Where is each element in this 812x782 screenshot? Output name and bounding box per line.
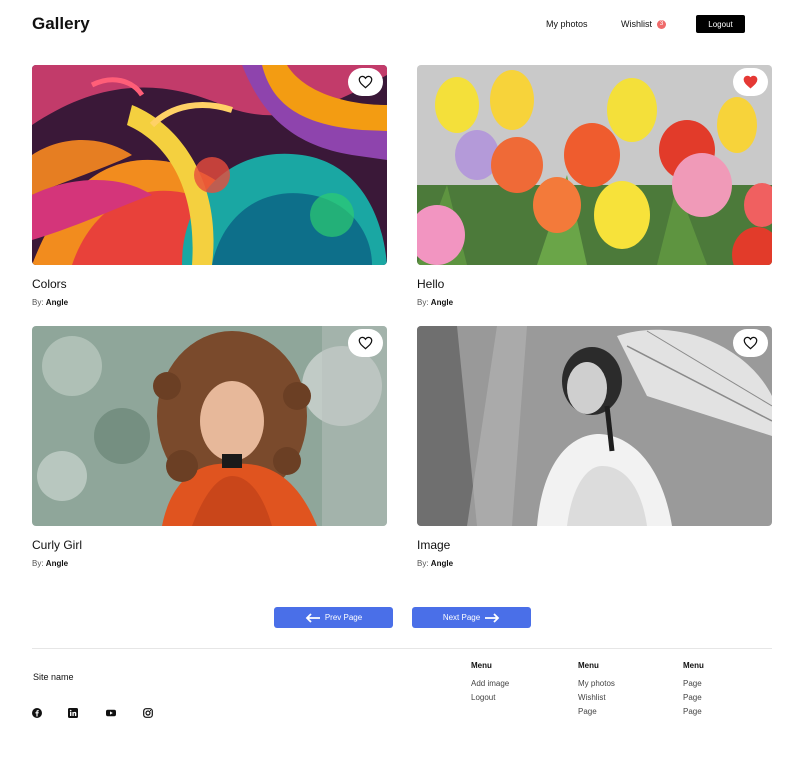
footer-link-my-photos[interactable]: My photos: [578, 679, 615, 693]
heart-outline-icon: [358, 75, 373, 89]
linkedin-icon[interactable]: [68, 708, 78, 718]
gallery-card[interactable]: Image By: Angle: [417, 326, 772, 568]
footer-menu-column: Menu Page Page Page: [683, 661, 704, 721]
footer-menu-title: Menu: [683, 661, 704, 670]
wishlist-heart-button[interactable]: [733, 329, 768, 357]
card-author: By: Angle: [32, 298, 69, 307]
footer-divider: [32, 648, 772, 649]
footer-menu-title: Menu: [578, 661, 599, 670]
footer-link-page[interactable]: Page: [683, 679, 704, 693]
tulips-image: [417, 65, 772, 265]
arrow-left-icon: [305, 612, 320, 623]
heart-filled-icon: [743, 75, 758, 89]
card-title: Colors: [32, 277, 67, 291]
wishlist-count-badge: 3: [657, 19, 666, 29]
card-image[interactable]: [32, 326, 387, 526]
card-author: By: Angle: [417, 559, 454, 568]
youtube-icon[interactable]: [106, 708, 116, 718]
wishlist-heart-button[interactable]: [348, 68, 383, 96]
author-name[interactable]: Angle: [431, 559, 453, 568]
footer-link-add-image[interactable]: Add image: [471, 679, 509, 693]
heart-outline-icon: [743, 336, 758, 350]
nav-wishlist[interactable]: Wishlist 3: [621, 19, 666, 29]
nav-my-photos[interactable]: My photos: [546, 19, 588, 29]
facebook-icon[interactable]: [32, 708, 42, 718]
wishlist-heart-button[interactable]: [348, 329, 383, 357]
logout-button[interactable]: Logout: [696, 15, 745, 33]
card-image[interactable]: [417, 65, 772, 265]
next-page-label: Next Page: [442, 613, 481, 622]
footer-link-page[interactable]: Page: [683, 707, 704, 721]
footer-link-page[interactable]: Page: [578, 707, 615, 721]
author-name[interactable]: Angle: [46, 559, 68, 568]
footer-link-wishlist[interactable]: Wishlist: [578, 693, 615, 707]
footer-menu-title: Menu: [471, 661, 492, 670]
footer-link-page[interactable]: Page: [683, 693, 704, 707]
gallery-card[interactable]: Colors By: Angle: [32, 65, 387, 307]
author-name[interactable]: Angle: [46, 298, 68, 307]
gallery-card[interactable]: Curly Girl By: Angle: [32, 326, 387, 568]
abstract-colors-image: [32, 65, 387, 265]
card-image[interactable]: [417, 326, 772, 526]
curly-girl-image: [32, 326, 387, 526]
author-name[interactable]: Angle: [431, 298, 453, 307]
card-title: Image: [417, 538, 451, 552]
card-author: By: Angle: [32, 559, 69, 568]
nav-wishlist-label: Wishlist: [621, 19, 652, 29]
umbrella-portrait-image: [417, 326, 772, 526]
gallery-card[interactable]: Hello By: Angle: [417, 65, 772, 307]
footer-menu-column: Menu Add image Logout: [471, 661, 509, 707]
prev-page-label: Prev Page: [324, 613, 363, 622]
card-title: Hello: [417, 277, 445, 291]
card-image[interactable]: [32, 65, 387, 265]
heart-outline-icon: [358, 336, 373, 350]
card-title: Curly Girl: [32, 538, 82, 552]
footer-menu-column: Menu My photos Wishlist Page: [578, 661, 615, 721]
wishlist-heart-button[interactable]: [733, 68, 768, 96]
footer-site-name: Site name: [33, 672, 74, 682]
brand-title[interactable]: Gallery: [32, 14, 90, 34]
arrow-right-icon: [485, 612, 500, 623]
header: Gallery My photos Wishlist 3 Logout: [0, 0, 812, 48]
prev-page-button[interactable]: Prev Page: [274, 607, 393, 628]
instagram-icon[interactable]: [143, 708, 153, 718]
card-author: By: Angle: [417, 298, 454, 307]
footer-link-logout[interactable]: Logout: [471, 693, 509, 707]
next-page-button[interactable]: Next Page: [412, 607, 531, 628]
